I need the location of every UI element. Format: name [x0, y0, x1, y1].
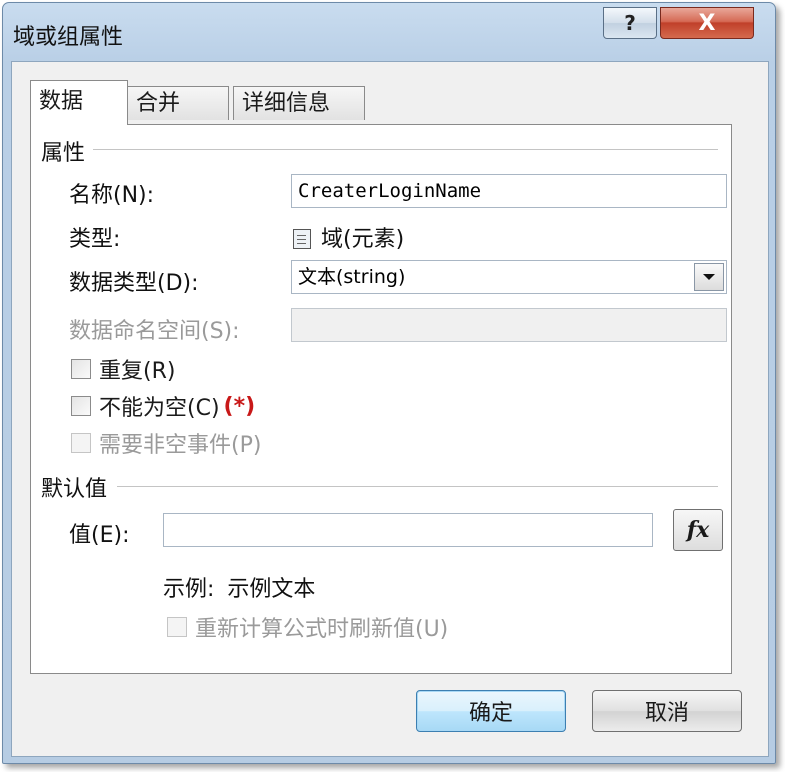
tab-details[interactable]: 详细信息 — [233, 86, 365, 120]
properties-section-label: 属性 — [41, 141, 86, 166]
example-container: 示例: 示例文本 — [163, 571, 315, 603]
datatype-selected-value: 文本(string) — [298, 266, 406, 288]
type-label: 类型: — [69, 227, 121, 252]
recalc-checkbox — [167, 617, 187, 637]
repeat-checkbox[interactable] — [71, 359, 91, 379]
help-button[interactable]: ? — [603, 7, 657, 39]
type-value: 域(元素) — [321, 227, 405, 252]
recalc-checkbox-row: 重新计算公式时刷新值(U) — [167, 611, 448, 643]
tab-merge[interactable]: 合并 — [127, 86, 229, 120]
default-value-divider — [117, 486, 718, 488]
repeat-label: 重复(R) — [99, 359, 176, 384]
name-input[interactable]: CreaterLoginName — [291, 174, 727, 208]
type-value-container: 域(元素) — [293, 221, 404, 253]
nonempty-event-label: 需要非空事件(P) — [99, 433, 262, 458]
dialog-window: 域或组属性 ? X 数据 合并 详细信息 属性 名称(N): CreaterLo… — [2, 2, 776, 764]
name-label: 名称(N): — [69, 183, 155, 208]
nonempty-event-checkbox-row: 需要非空事件(P) — [71, 427, 261, 459]
datatype-label: 数据类型(D): — [69, 271, 199, 296]
notnull-checkbox[interactable] — [71, 396, 91, 416]
notnull-checkbox-row[interactable]: 不能为空(C) (*) — [71, 390, 255, 422]
namespace-label: 数据命名空间(S): — [69, 319, 240, 344]
value-label: 值(E): — [69, 523, 130, 548]
fx-icon: fx — [686, 517, 710, 543]
notnull-label: 不能为空(C) — [99, 396, 220, 421]
repeat-checkbox-row[interactable]: 重复(R) — [71, 353, 175, 385]
default-value-section-label: 默认值 — [41, 477, 108, 502]
default-value-input[interactable] — [163, 513, 653, 547]
required-mark: (*) — [223, 393, 256, 419]
properties-divider — [93, 149, 718, 151]
namespace-input — [291, 308, 727, 342]
datatype-dropdown-button[interactable] — [694, 263, 724, 291]
dialog-title: 域或组属性 — [13, 25, 124, 50]
formula-button[interactable]: fx — [673, 509, 723, 551]
datatype-select[interactable]: 文本(string) — [291, 260, 727, 294]
title-bar[interactable]: 域或组属性 ? X — [3, 3, 775, 61]
example-value: 示例文本 — [227, 577, 316, 602]
help-icon: ? — [624, 11, 636, 35]
nonempty-event-checkbox — [71, 433, 91, 453]
close-button[interactable]: X — [660, 7, 754, 39]
recalc-label: 重新计算公式时刷新值(U) — [195, 617, 449, 642]
example-label: 示例: — [163, 577, 215, 602]
chevron-down-icon — [703, 274, 715, 280]
document-icon — [293, 229, 311, 249]
close-icon: X — [698, 10, 716, 36]
cancel-button[interactable]: 取消 — [592, 690, 742, 732]
dialog-client-area: 数据 合并 详细信息 属性 名称(N): CreaterLoginName 类型… — [11, 61, 769, 757]
tab-data[interactable]: 数据 — [30, 80, 128, 125]
ok-button[interactable]: 确定 — [416, 690, 566, 732]
tab-panel-data: 属性 名称(N): CreaterLoginName 类型: 域(元素) 数据类… — [30, 124, 732, 674]
